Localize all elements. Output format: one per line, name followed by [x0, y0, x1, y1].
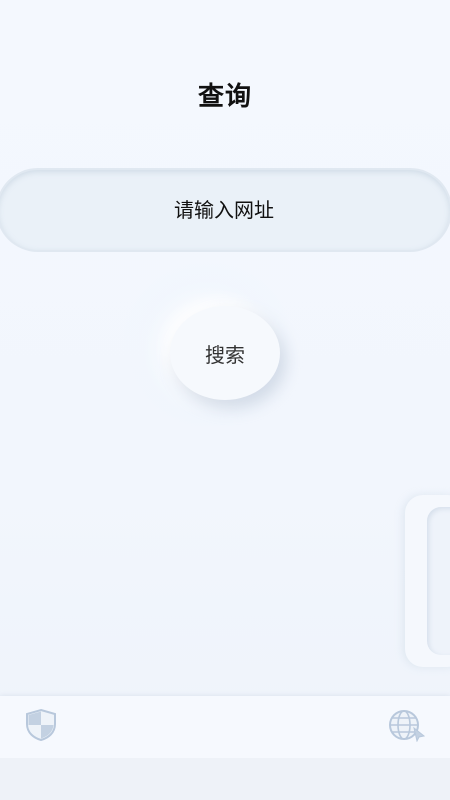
system-nav-strip — [0, 758, 450, 800]
bottom-nav-bar — [0, 696, 450, 758]
url-input[interactable] — [0, 169, 450, 251]
globe-icon[interactable] — [386, 708, 426, 743]
screen: 查询 搜索 — [0, 0, 450, 800]
url-input-container[interactable] — [0, 169, 450, 251]
search-button[interactable]: 搜索 — [170, 306, 280, 400]
page-title: 查询 — [197, 82, 252, 112]
side-panel-handle-inner — [427, 507, 450, 655]
side-panel-handle[interactable] — [405, 495, 450, 667]
shield-icon[interactable] — [24, 708, 58, 742]
